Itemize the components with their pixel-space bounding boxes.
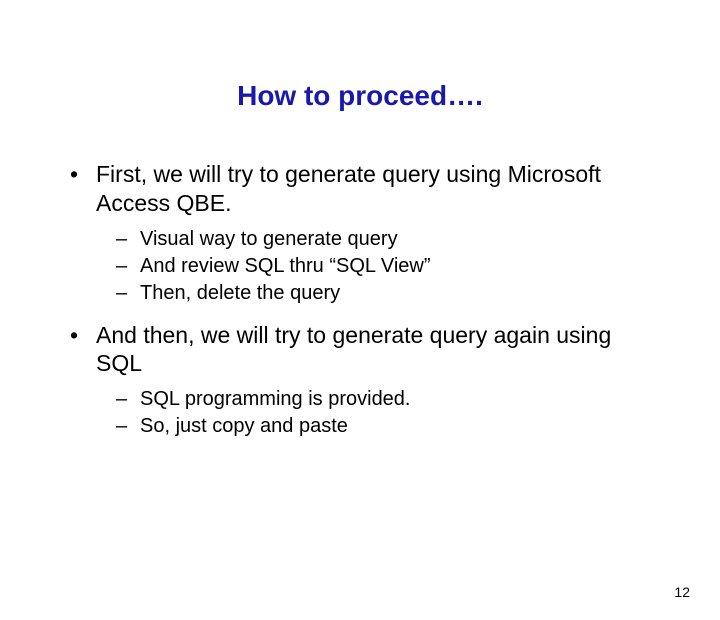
slide-title: How to proceed…. — [0, 80, 720, 112]
sub-text: And review SQL thru “SQL View” — [140, 253, 431, 280]
dash-marker: – — [116, 280, 140, 307]
bullet-item: • First, we will try to generate query u… — [70, 160, 660, 218]
bullet-text: First, we will try to generate query usi… — [96, 160, 660, 218]
sub-item: – So, just copy and paste — [116, 413, 660, 440]
dash-marker: – — [116, 226, 140, 253]
bullet-item: • And then, we will try to generate quer… — [70, 321, 660, 379]
slide-content: • First, we will try to generate query u… — [0, 160, 720, 440]
sub-item: – Then, delete the query — [116, 280, 660, 307]
sub-text: SQL programming is provided. — [140, 386, 411, 413]
sub-item: – Visual way to generate query — [116, 226, 660, 253]
sub-text: So, just copy and paste — [140, 413, 348, 440]
bullet-text: And then, we will try to generate query … — [96, 321, 660, 379]
sub-item: – SQL programming is provided. — [116, 386, 660, 413]
dash-marker: – — [116, 253, 140, 280]
page-number: 12 — [674, 584, 690, 600]
sub-list: – SQL programming is provided. – So, jus… — [70, 386, 660, 440]
sub-list: – Visual way to generate query – And rev… — [70, 226, 660, 307]
dash-marker: – — [116, 413, 140, 440]
bullet-marker: • — [70, 321, 96, 379]
sub-item: – And review SQL thru “SQL View” — [116, 253, 660, 280]
sub-text: Then, delete the query — [140, 280, 340, 307]
sub-text: Visual way to generate query — [140, 226, 398, 253]
bullet-marker: • — [70, 160, 96, 218]
dash-marker: – — [116, 386, 140, 413]
